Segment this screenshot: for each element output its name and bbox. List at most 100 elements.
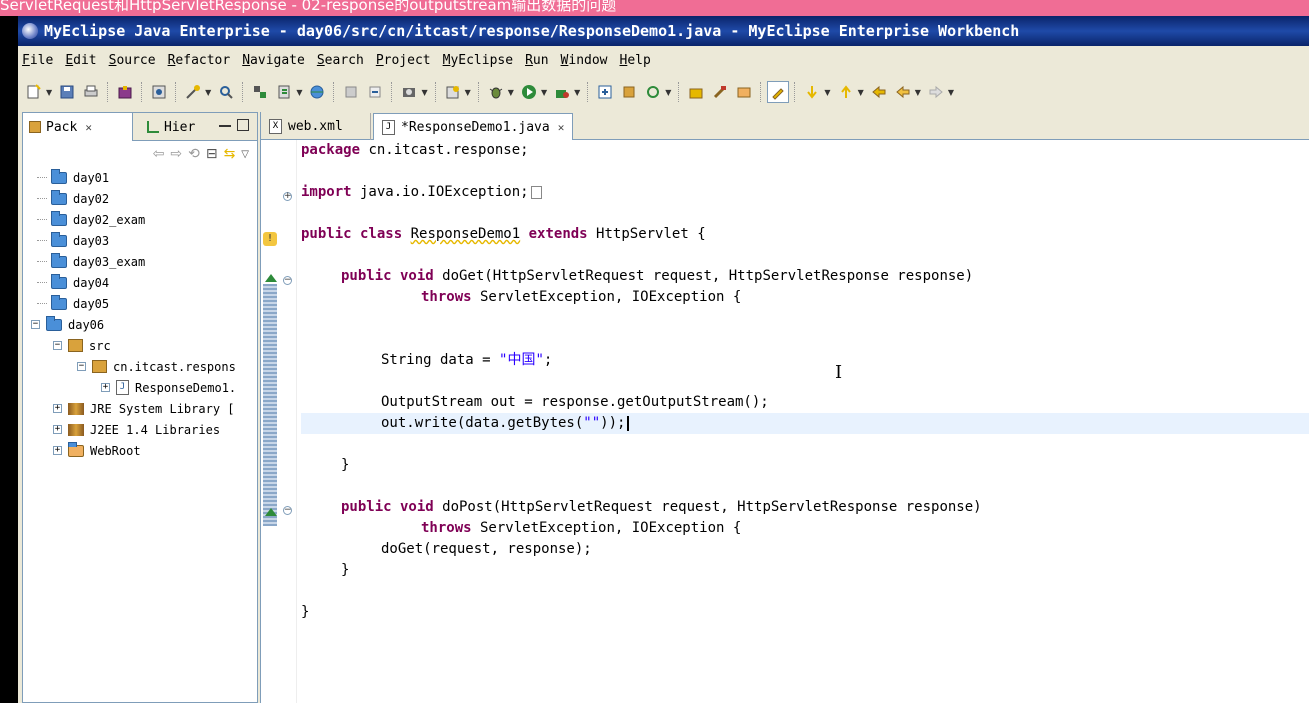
expand-toggle-icon[interactable]: + <box>53 404 62 413</box>
up-icon[interactable]: ⟲ <box>188 146 200 162</box>
next-annotation-icon[interactable] <box>801 81 823 103</box>
close-icon[interactable]: ✕ <box>558 121 565 134</box>
myeclipse-window: MyEclipse Java Enterprise - day06/src/cn… <box>18 16 1309 703</box>
search-icon[interactable] <box>215 81 237 103</box>
refresh-icon[interactable] <box>642 81 664 103</box>
tree-item-day03-exam[interactable]: day03_exam <box>37 251 145 272</box>
override-indicator-icon[interactable] <box>265 508 277 516</box>
code-line: } <box>301 604 310 620</box>
warning-icon[interactable]: ! <box>263 232 277 246</box>
menu-navigate[interactable]: Navigate <box>242 53 305 68</box>
tree-item-day02[interactable]: day02 <box>37 188 109 209</box>
open-folder-icon[interactable] <box>685 81 707 103</box>
menu-myeclipse[interactable]: MyEclipse <box>443 53 513 68</box>
tree-item-responsedemo1[interactable]: + J ResponseDemo1. <box>101 377 236 398</box>
code-area[interactable]: package cn.itcast.response; import java.… <box>301 140 1309 703</box>
chevron-down-icon[interactable]: ▼ <box>824 88 830 97</box>
tree-item-day01[interactable]: day01 <box>37 167 109 188</box>
menu-run[interactable]: Run <box>525 53 548 68</box>
screenshot-icon[interactable] <box>398 81 420 103</box>
expand-toggle-icon[interactable]: + <box>53 446 62 455</box>
hammer-icon[interactable] <box>709 81 731 103</box>
run-icon[interactable] <box>518 81 540 103</box>
menu-project[interactable]: Project <box>376 53 431 68</box>
server-icon[interactable] <box>273 81 295 103</box>
tree-item-jre[interactable]: + JRE System Library [ <box>53 398 235 419</box>
tree-item-day03[interactable]: day03 <box>37 230 109 251</box>
menu-edit[interactable]: Edit <box>65 53 96 68</box>
chevron-down-icon[interactable]: ▼ <box>665 88 671 97</box>
last-edit-icon[interactable] <box>868 81 890 103</box>
tree-item-day02-exam[interactable]: day02_exam <box>37 209 145 230</box>
tree-item-day04[interactable]: day04 <box>37 272 109 293</box>
external-tools-icon[interactable] <box>551 81 573 103</box>
expand-fold-icon[interactable]: + <box>283 192 292 201</box>
print-icon[interactable] <box>80 81 102 103</box>
highlight-icon[interactable] <box>767 81 790 103</box>
tree-item-package[interactable]: − cn.itcast.respons <box>77 356 236 377</box>
back-icon[interactable]: ⇦ <box>153 146 165 162</box>
chevron-down-icon[interactable]: ▼ <box>296 88 302 97</box>
back-icon[interactable] <box>892 81 914 103</box>
tab-package-explorer[interactable]: Pack ✕ <box>23 113 133 141</box>
folder-open-icon[interactable] <box>733 81 755 103</box>
menu-file[interactable]: File <box>22 53 53 68</box>
folded-block-icon[interactable] <box>530 185 542 199</box>
collapse-toggle-icon[interactable]: − <box>53 341 62 350</box>
package-icon[interactable] <box>114 81 136 103</box>
tree-item-webroot[interactable]: + WebRoot <box>53 440 141 461</box>
save-icon[interactable] <box>56 81 78 103</box>
chevron-down-icon[interactable]: ▼ <box>574 88 580 97</box>
tab-web-xml[interactable]: X web.xml <box>261 113 371 140</box>
chevron-down-icon[interactable]: ▼ <box>858 88 864 97</box>
chevron-down-icon[interactable]: ▼ <box>508 88 514 97</box>
maximize-icon[interactable] <box>237 119 249 131</box>
tree-item-day05[interactable]: day05 <box>37 293 109 314</box>
globe-icon[interactable] <box>306 81 328 103</box>
new-package-icon[interactable] <box>618 81 640 103</box>
override-indicator-icon[interactable] <box>265 274 277 282</box>
minimize-icon[interactable] <box>219 125 231 129</box>
new-class-icon[interactable] <box>594 81 616 103</box>
chevron-down-icon[interactable]: ▼ <box>948 88 954 97</box>
prev-edit-icon[interactable] <box>364 81 386 103</box>
forward-icon[interactable] <box>925 81 947 103</box>
new-wizard-icon[interactable] <box>182 81 204 103</box>
expand-toggle-icon[interactable]: + <box>53 425 62 434</box>
tree-item-day06[interactable]: − day06 <box>31 314 104 335</box>
chevron-down-icon[interactable]: ▼ <box>915 88 921 97</box>
menu-window[interactable]: Window <box>561 53 608 68</box>
menu-source[interactable]: Source <box>109 53 156 68</box>
project-icon <box>46 315 62 331</box>
toolbar-separator <box>141 82 143 102</box>
menu-refactor[interactable]: Refactor <box>168 53 231 68</box>
debug-icon[interactable] <box>485 81 507 103</box>
forward-icon[interactable]: ⇨ <box>170 146 182 162</box>
menu-search[interactable]: Search <box>317 53 364 68</box>
view-menu-icon[interactable]: ▽ <box>241 149 249 160</box>
tree-item-src[interactable]: − src <box>53 335 111 356</box>
menu-help[interactable]: Help <box>620 53 651 68</box>
collapse-fold-icon[interactable]: − <box>283 276 292 285</box>
expand-toggle-icon[interactable]: + <box>101 383 110 392</box>
tab-responsedemo1[interactable]: J *ResponseDemo1.java ✕ <box>373 113 573 140</box>
tab-hierarchy[interactable]: Hier <box>141 113 211 141</box>
new-icon[interactable] <box>23 81 45 103</box>
chevron-down-icon[interactable]: ▼ <box>421 88 427 97</box>
chevron-down-icon[interactable]: ▼ <box>541 88 547 97</box>
collapse-fold-icon[interactable]: − <box>283 506 292 515</box>
link-with-editor-icon[interactable]: ⇆ <box>224 146 236 162</box>
collapse-all-icon[interactable]: ⊟ <box>206 146 218 162</box>
collapse-toggle-icon[interactable]: − <box>31 320 40 329</box>
collapse-toggle-icon[interactable]: − <box>77 362 86 371</box>
chevron-down-icon[interactable]: ▼ <box>465 88 471 97</box>
tree-item-j2ee[interactable]: + J2EE 1.4 Libraries <box>53 419 220 440</box>
deploy-icon[interactable] <box>249 81 271 103</box>
chevron-down-icon[interactable]: ▼ <box>205 88 211 97</box>
chevron-down-icon[interactable]: ▼ <box>46 88 52 97</box>
open-type-icon[interactable] <box>148 81 170 103</box>
prev-annotation-icon[interactable] <box>835 81 857 103</box>
back-nav-icon[interactable] <box>340 81 362 103</box>
close-icon[interactable]: ✕ <box>85 121 92 134</box>
java-wizard-icon[interactable] <box>442 81 464 103</box>
